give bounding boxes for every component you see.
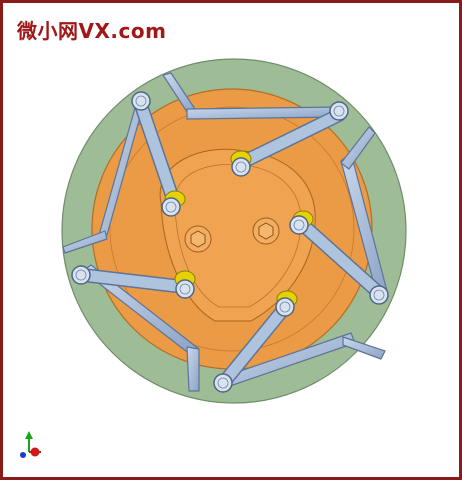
pin-cam-5 [175, 279, 195, 299]
watermark-text: 微小网VX.com [17, 19, 167, 43]
hex-bolt-left [184, 225, 212, 253]
xyz-axis-triad-icon [20, 431, 41, 458]
pin-ring-4 [213, 373, 233, 393]
pin-cam-3 [289, 215, 309, 235]
lever-arm-top-bar [186, 106, 340, 120]
pin-cam-4 [275, 297, 295, 317]
pin-ring-2 [329, 101, 349, 121]
viewport-frame: 微小网VX.com [0, 0, 462, 480]
pin-cam-1 [161, 197, 181, 217]
pin-ring-3 [369, 285, 389, 305]
mechanism-drawing [20, 58, 407, 458]
lever-arm-left-tip [186, 346, 200, 392]
pin-ring-1 [131, 91, 151, 111]
hex-bolt-right [252, 217, 280, 245]
pin-cam-2 [231, 157, 251, 177]
pin-ring-5 [71, 265, 91, 285]
